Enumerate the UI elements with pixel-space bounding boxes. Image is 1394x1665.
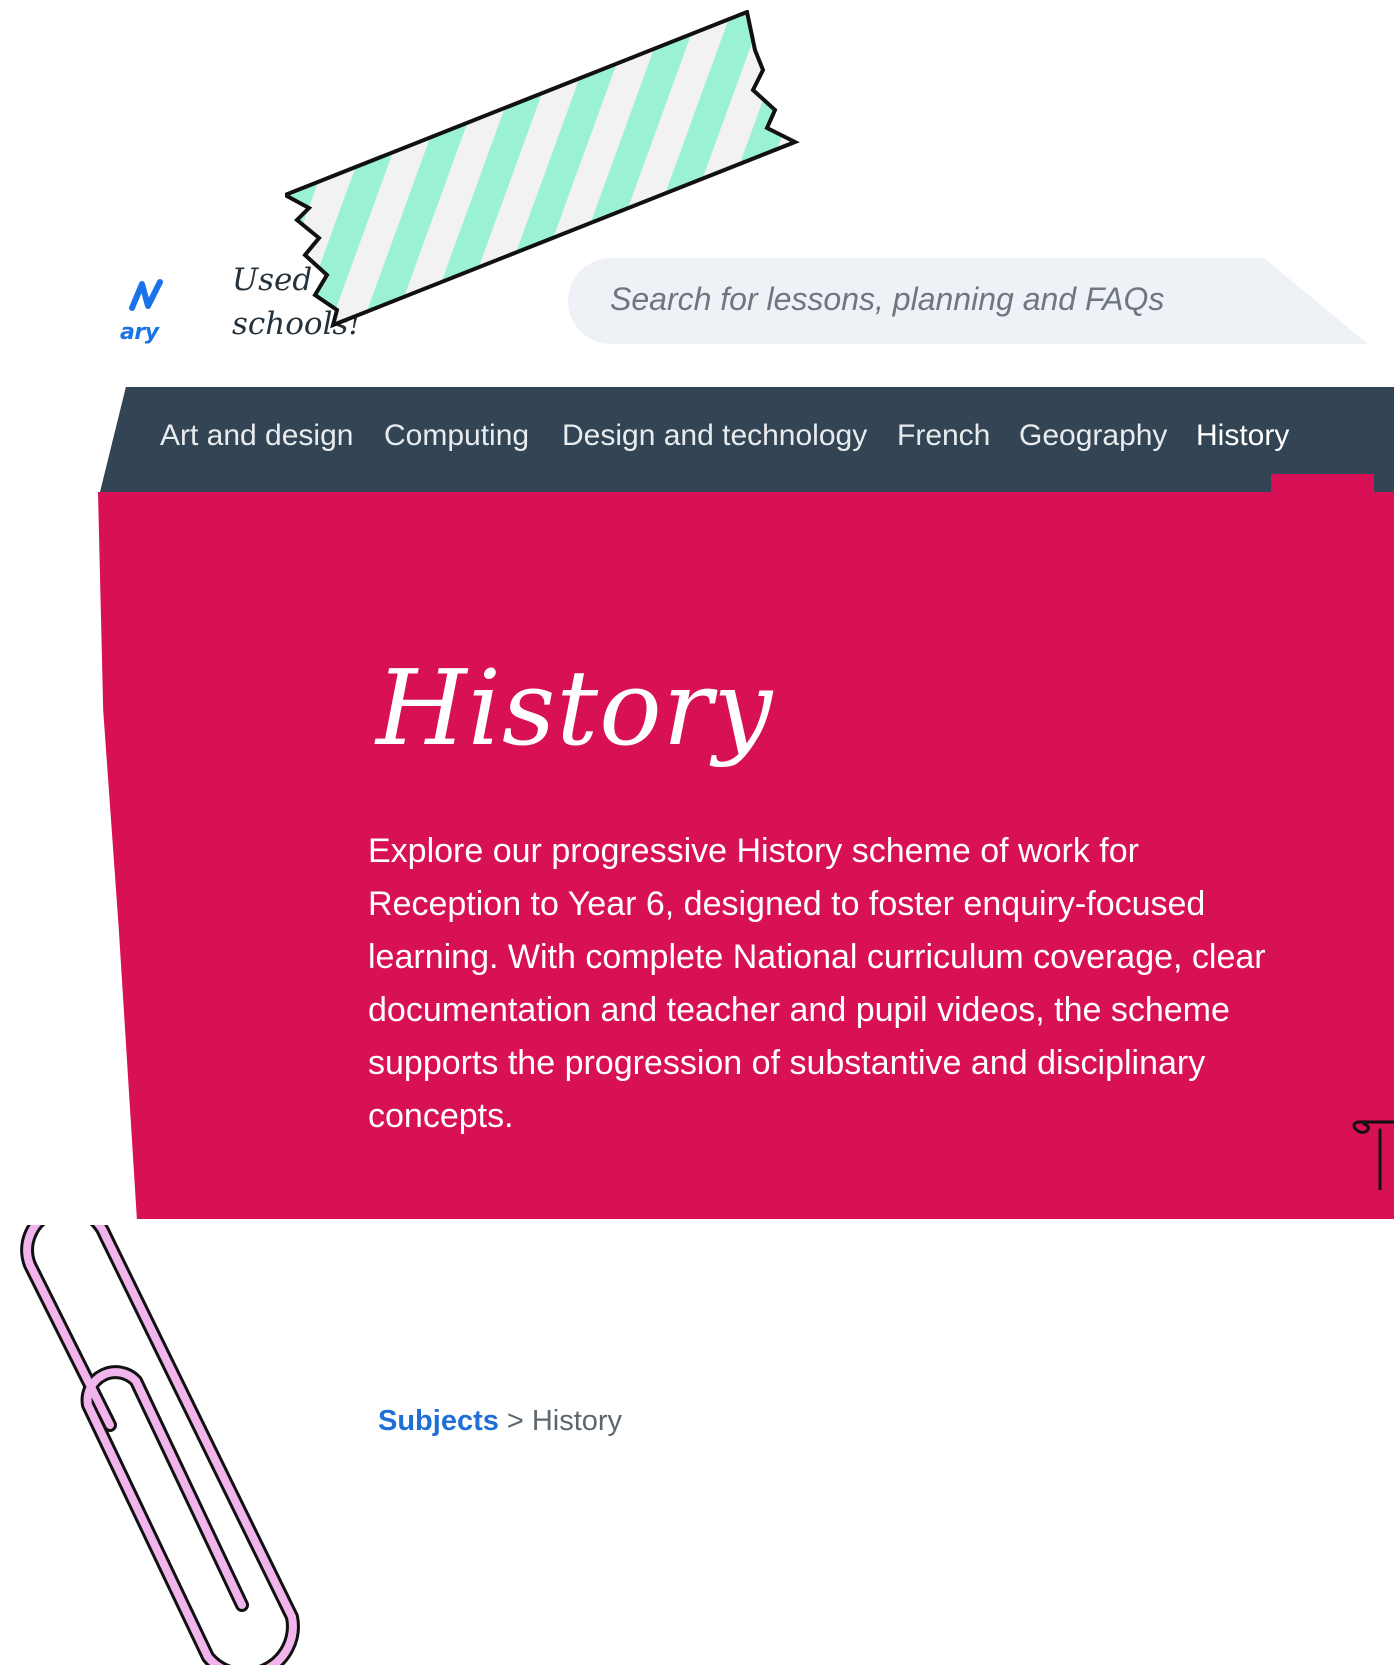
nav-item-art-and-design[interactable]: Art and design [160,419,353,453]
breadcrumb-link-subjects[interactable]: Subjects [378,1405,499,1437]
logo-icon [129,279,163,311]
active-tab-indicator [1271,474,1374,492]
site-logo[interactable]: ary [118,278,188,358]
page: ary Used in schools! Search for lessons,… [0,0,1394,1665]
logo-text: ary [120,320,159,345]
scroll-doodle-icon [1352,1120,1394,1190]
nav-item-computing[interactable]: Computing [384,419,529,453]
paperclip-icon [20,1225,300,1665]
page-title: History [376,647,774,769]
washi-tape-icon [285,10,800,329]
breadcrumb-current: History [531,1405,623,1437]
nav-item-history[interactable]: History [1196,419,1289,453]
breadcrumb-separator: > [506,1405,524,1437]
hero-description: Explore our progressive History scheme o… [368,832,1266,1135]
hero-banner: History Explore our progressive History … [98,492,1394,1219]
nav-item-geography[interactable]: Geography [1019,419,1167,453]
breadcrumb: Subjects > History [378,1405,622,1438]
subject-nav: Art and design Computing Design and tech… [100,387,1394,492]
nav-item-french[interactable]: French [897,419,990,453]
nav-item-design-and-technology[interactable]: Design and technology [562,419,867,453]
